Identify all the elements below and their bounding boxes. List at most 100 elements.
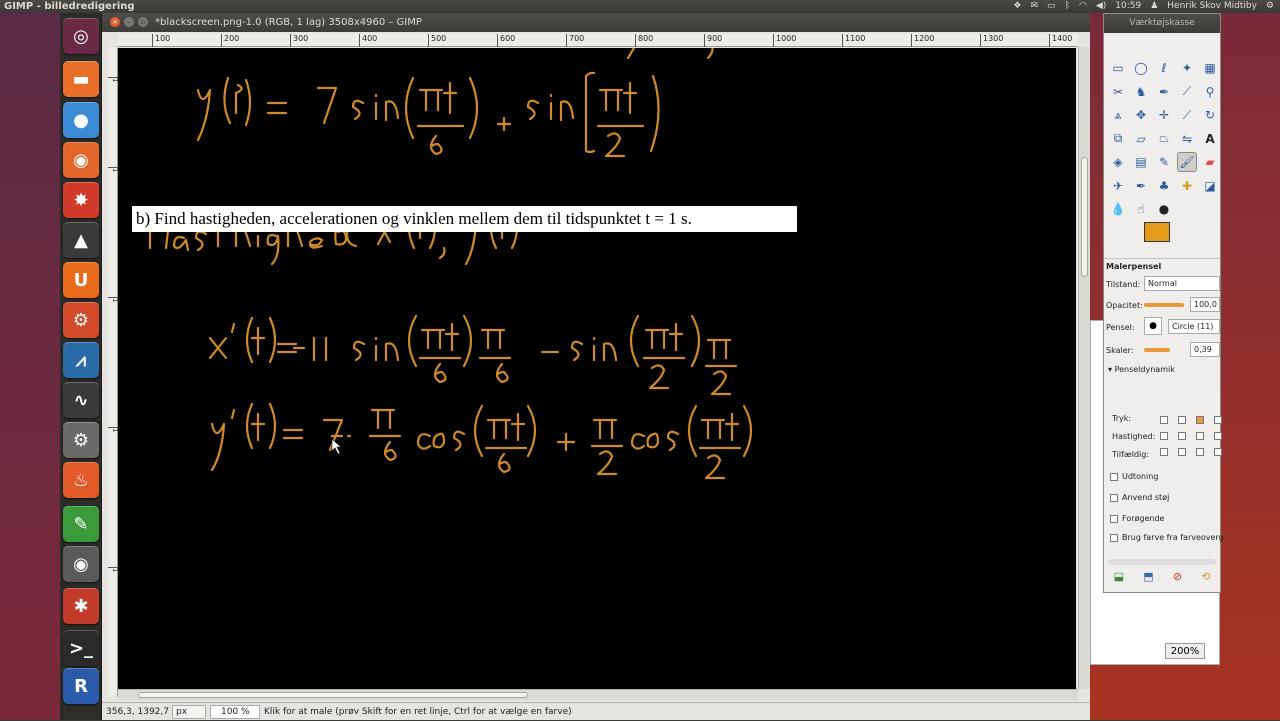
brush-select[interactable]: Circle (11) [1168, 319, 1220, 334]
clone-icon[interactable]: ♣ [1154, 176, 1174, 196]
scale-icon[interactable]: ⧉ [1108, 129, 1128, 149]
eraser-icon[interactable]: ▰ [1200, 152, 1220, 172]
option-incremental[interactable]: Forøgende [1110, 514, 1164, 523]
option-gradient-color[interactable]: Brug farve fra farveoverg [1110, 533, 1224, 542]
paths-icon[interactable]: ✒ [1154, 82, 1174, 102]
webcam-icon[interactable]: ◉ [63, 546, 99, 582]
measure-icon[interactable]: ⩓ [1108, 105, 1128, 125]
opacity-value[interactable]: 100,0 [1190, 297, 1220, 312]
perspective-icon[interactable]: ⏢ [1154, 129, 1174, 149]
text-icon[interactable]: A [1200, 129, 1220, 149]
smudge-icon[interactable]: ☝ [1131, 199, 1151, 219]
zoom-icon[interactable]: ⚲ [1200, 82, 1220, 102]
ubuntu-one-icon[interactable]: U [63, 262, 99, 298]
battery-icon[interactable]: ▭ [1047, 0, 1056, 13]
crop-icon[interactable]: ⟋ [1177, 105, 1197, 125]
horizontal-scrollbar[interactable] [118, 689, 1078, 700]
fg-color-swatch[interactable] [1144, 222, 1170, 242]
delete-options-icon[interactable]: ⊘ [1173, 570, 1182, 583]
ellipse-select-icon[interactable]: ◯ [1131, 58, 1151, 78]
ubuntu-software-icon[interactable]: ♨ [63, 462, 99, 498]
pointer-coordinates: 356,3, 1392,7 [106, 707, 169, 717]
brush-preview[interactable]: ● [1144, 317, 1162, 335]
dropbox-icon[interactable]: ❖ [1013, 0, 1021, 13]
perspective-clone-icon[interactable]: ◪ [1200, 176, 1220, 196]
system-tray: ❖ ✉ ▭ ᛒ ◠ ◀) 10:59 ♟ Henrik Skov Midtiby… [1013, 0, 1274, 13]
image-canvas[interactable]: b) Find hastigheden, accelerationen og v… [118, 48, 1076, 689]
blur-icon[interactable]: 💧 [1108, 199, 1128, 219]
vertical-ruler[interactable]: 1 1 1 1 1 [108, 47, 119, 697]
zoom-select[interactable]: 100 % [210, 705, 260, 719]
app-icon-blue-gear[interactable]: ✱ [63, 588, 99, 624]
flip-icon[interactable]: ⇋ [1177, 129, 1197, 149]
shear-icon[interactable]: ▱ [1131, 129, 1151, 149]
paintbrush-icon[interactable]: 🖌 [1177, 152, 1197, 172]
color-select-icon[interactable]: ▦ [1200, 58, 1220, 78]
option-fade[interactable]: Udtoning [1110, 472, 1158, 481]
clock[interactable]: 10:59 [1115, 0, 1141, 13]
align-icon[interactable]: ✛ [1154, 105, 1174, 125]
scroll-thumb[interactable] [138, 692, 528, 698]
foreground-select-icon[interactable]: ♞ [1131, 82, 1151, 102]
mode-select[interactable]: Normal [1144, 276, 1220, 291]
app-icon-green[interactable]: ✎ [63, 506, 99, 542]
save-options-icon[interactable]: ⬓ [1114, 570, 1124, 583]
fuzzy-select-icon[interactable]: ✦ [1177, 58, 1197, 78]
ruler-tick: 1100 [842, 34, 865, 47]
bucket-fill-icon[interactable]: ◈ [1108, 152, 1128, 172]
move-icon[interactable]: ✥ [1131, 105, 1151, 125]
minimize-button[interactable]: – [124, 17, 134, 27]
option-jitter[interactable]: Anvend støj [1110, 493, 1169, 502]
settings-app-icon[interactable]: ⚙ [63, 302, 99, 338]
volume-icon[interactable]: ◀) [1096, 0, 1106, 13]
scroll-thumb[interactable] [1081, 157, 1088, 277]
toolbox-title[interactable]: Værktøjskasse [1104, 14, 1220, 33]
scissors-icon[interactable]: ✂ [1108, 82, 1128, 102]
ink-icon[interactable]: ✒ [1131, 176, 1151, 196]
free-select-icon[interactable]: ℓ [1154, 58, 1174, 78]
scale-label: Skaler: [1106, 346, 1134, 355]
terminal-icon[interactable]: >_ [63, 630, 99, 666]
heal-icon[interactable]: ✚ [1177, 176, 1197, 196]
system-settings-icon[interactable]: ⚙ [63, 422, 99, 458]
user-name[interactable]: Henrik Skov Midtiby [1167, 0, 1257, 13]
unit-select[interactable]: px [172, 705, 206, 719]
dodge-burn-icon[interactable]: ● [1154, 199, 1174, 219]
gear-icon[interactable]: ⚙ [1266, 0, 1274, 13]
rotate-icon[interactable]: ↻ [1200, 105, 1220, 125]
options-scrollbar[interactable] [1108, 559, 1216, 565]
bluetooth-icon[interactable]: ᛒ [1065, 0, 1070, 13]
app-icon-red[interactable]: ✸ [63, 182, 99, 218]
wifi-icon[interactable]: ◠ [1079, 0, 1087, 13]
rect-select-icon[interactable]: ▭ [1108, 58, 1128, 78]
dynamics-expander[interactable]: ▾ Penseldynamik [1108, 365, 1175, 374]
vertical-scrollbar[interactable] [1078, 47, 1090, 689]
scale-value[interactable]: 0,39 [1190, 342, 1220, 357]
system-monitor-icon[interactable]: ⩘ [63, 342, 99, 378]
launcher: ◎ ▬ ● ◉ ✸ ▲ U ⚙ ⩘ ∿ ⚙ ♨ ✎ ◉ ✱ >_ R [60, 13, 102, 720]
inkscape-icon[interactable]: ▲ [63, 222, 99, 258]
files-icon[interactable]: ▬ [63, 61, 99, 97]
reset-options-icon[interactable]: ⟲ [1201, 570, 1210, 583]
chromium-icon[interactable]: ● [63, 102, 99, 138]
ruler-tick: 100 [152, 34, 170, 47]
dash-home-icon[interactable]: ◎ [63, 18, 99, 54]
close-button[interactable]: × [110, 17, 120, 27]
pencil-icon[interactable]: ✎ [1154, 152, 1174, 172]
scale-slider[interactable] [1144, 348, 1170, 352]
horizontal-ruler[interactable]: 100 200 300 400 500 600 700 800 900 1000 1100 1200 1… [118, 34, 1078, 47]
opacity-slider[interactable] [1144, 303, 1184, 307]
firefox-icon[interactable]: ◉ [63, 142, 99, 178]
blend-icon[interactable]: ▤ [1131, 152, 1151, 172]
maximize-button[interactable]: ▫ [138, 17, 148, 27]
ruler-tick: 1400 [1049, 34, 1072, 47]
ruler-tick: 1000 [773, 34, 796, 47]
color-picker-icon[interactable]: ⟋ [1177, 82, 1197, 102]
r-icon[interactable]: R [63, 668, 99, 704]
airbrush-icon[interactable]: ✈ [1108, 176, 1128, 196]
window-titlebar[interactable]: × – ▫ *blackscreen.png-1.0 (RGB, 1 lag) … [102, 13, 1090, 32]
mail-icon[interactable]: ✉ [1031, 0, 1039, 13]
terminal-monitor-icon[interactable]: ∿ [63, 382, 99, 418]
dyn-row-velocity: Hastighed: [1112, 432, 1156, 441]
restore-options-icon[interactable]: ⬒ [1143, 570, 1153, 583]
